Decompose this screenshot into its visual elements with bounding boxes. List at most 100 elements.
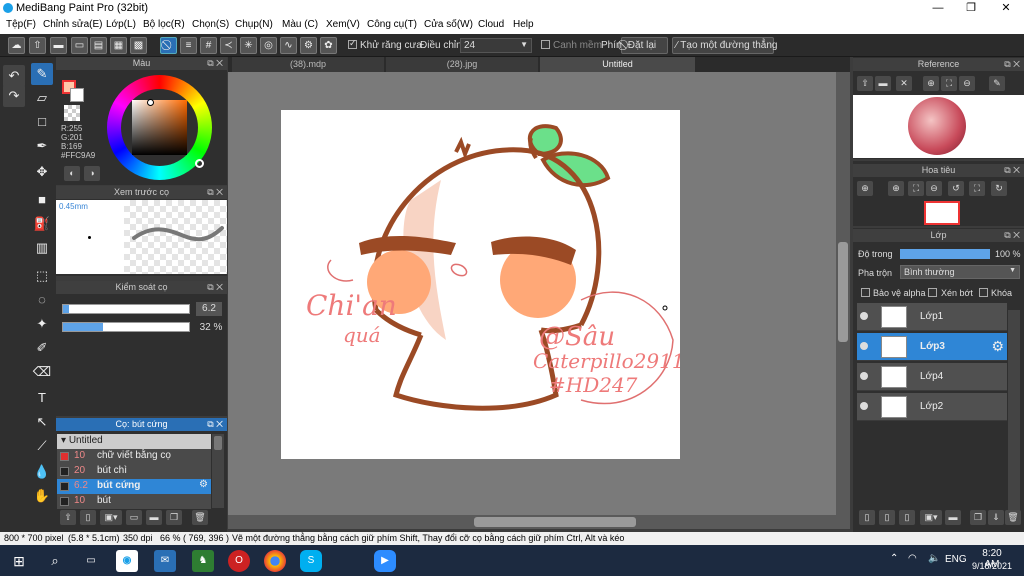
gear-icon[interactable]: ⚙ [199, 479, 208, 490]
text-tool-icon[interactable]: T [31, 387, 53, 409]
new-layer-icon[interactable]: ▯ [879, 510, 895, 525]
layer-row-selected[interactable]: Lớp3 ⚙ [857, 333, 1007, 361]
popout-icon[interactable]: ⧉ ✕ [207, 281, 223, 294]
brush-item[interactable]: 10 bút [57, 494, 211, 509]
layer-row[interactable]: Lớp1 [857, 303, 1007, 331]
undo-icon[interactable]: ↶ [3, 65, 25, 87]
vanish-snap-icon[interactable]: ≺ [220, 37, 237, 54]
menu-snap[interactable]: Chụp(N) [235, 19, 273, 30]
hue-handle[interactable] [195, 159, 204, 168]
cloud-icon[interactable]: ☁ [8, 37, 25, 54]
select-eraser-icon[interactable]: ⌫ [31, 361, 53, 383]
chrome-icon[interactable] [264, 550, 286, 572]
popout-icon[interactable]: ⧉ ✕ [1004, 164, 1020, 177]
brush-tool-icon[interactable]: ✎ [31, 63, 53, 85]
blend-select[interactable]: Bình thường ▼ [900, 265, 1020, 279]
protect-alpha-checkbox[interactable] [861, 288, 870, 297]
hand-tool-icon[interactable]: ✋ [31, 485, 53, 507]
parallel-snap-icon[interactable]: ≡ [180, 37, 197, 54]
menu-file[interactable]: Tệp(F) [6, 19, 36, 30]
popout-icon[interactable]: ⧉ ✕ [207, 418, 223, 431]
lasso-tool-icon[interactable]: ◌ [31, 289, 53, 311]
settings-icon[interactable]: ✿ [320, 37, 337, 54]
grid-icon[interactable]: ▦ [110, 37, 127, 54]
vertical-scrollbar[interactable] [836, 72, 850, 515]
saturation-square[interactable] [132, 100, 187, 155]
brush-item[interactable]: 10 chữ viết bằng cọ [57, 449, 211, 464]
menu-view[interactable]: Xem(V) [326, 19, 360, 30]
antialias-checkbox[interactable] [348, 38, 357, 49]
brush-list-scrollbar[interactable] [212, 434, 224, 508]
eye-icon[interactable] [860, 312, 868, 320]
color-picker-handle[interactable] [147, 99, 154, 106]
messenger-icon[interactable]: ✉ [154, 550, 176, 572]
brush-opacity-slider[interactable] [62, 322, 190, 332]
skype-icon[interactable]: S [300, 550, 322, 572]
tab-doc-38[interactable]: (38).mdp [232, 57, 384, 72]
menu-layer[interactable]: Lớp(L) [106, 19, 136, 30]
transparent-color[interactable] [64, 105, 80, 121]
medibang-icon[interactable]: ◉ [116, 550, 138, 572]
reset-button[interactable]: ⃠ Đặt lại [621, 37, 668, 54]
new-brush-icon[interactable]: ▯ [80, 510, 96, 525]
popout-icon[interactable]: ⧉ ✕ [1004, 58, 1020, 71]
pen-tool-icon[interactable]: ✒ [31, 135, 53, 157]
redo-icon[interactable]: ↷ [3, 85, 25, 107]
divide-tool-icon[interactable]: ⟋ [31, 435, 53, 457]
upload-icon[interactable]: ⇧ [857, 76, 873, 91]
operation-tool-icon[interactable]: ↖ [31, 411, 53, 433]
smooth-checkbox[interactable] [541, 40, 550, 49]
straight-line-button[interactable]: ⁄ Tạo một đường thẳng [672, 37, 777, 54]
tab-doc-28[interactable]: (28).jpg [386, 57, 538, 72]
trash-icon[interactable]: 🗑 [1005, 510, 1021, 525]
language-indicator[interactable]: ENG [945, 554, 967, 565]
gear-snap-icon[interactable]: ⚙ [300, 37, 317, 54]
curve-snap-icon[interactable]: ∿ [280, 37, 297, 54]
zoom-out-icon[interactable]: ⊖ [926, 181, 942, 196]
brush-group[interactable]: ▾ Untitled [57, 434, 211, 449]
navigator-thumbnail[interactable] [924, 201, 960, 225]
maximize-button[interactable]: ❐ [955, 0, 987, 17]
fill-rect-icon[interactable]: ■ [31, 189, 53, 211]
menu-edit[interactable]: Chỉnh sửa(E) [43, 19, 103, 30]
eyedropper-icon[interactable]: 💧 [31, 461, 53, 483]
cross-snap-icon[interactable]: # [200, 37, 217, 54]
brush-up-icon[interactable]: ⇧ [60, 510, 76, 525]
gradient-tool-icon[interactable]: ▥ [31, 237, 53, 259]
new-layer-icon[interactable]: ▯ [859, 510, 875, 525]
brush-size-value[interactable]: 6.2 [196, 302, 222, 316]
menu-filter[interactable]: Bộ lọc(R) [143, 19, 185, 30]
menu-help[interactable]: Help [513, 19, 534, 30]
background-color[interactable] [70, 88, 84, 102]
zoom-in-icon[interactable]: ⊕ [857, 181, 873, 196]
wifi-icon[interactable]: ◠ [908, 553, 917, 564]
bucket-tool-icon[interactable]: ⛽ [31, 213, 53, 235]
tab-untitled[interactable]: Untitled [540, 57, 695, 72]
game-icon[interactable]: ♞ [192, 550, 214, 572]
popout-icon[interactable]: ⧉ ✕ [207, 186, 223, 199]
search-icon[interactable]: ⌕ [44, 550, 66, 572]
rotate-left-icon[interactable]: ↺ [948, 181, 964, 196]
clip-checkbox[interactable] [928, 288, 937, 297]
zoom-in-icon[interactable]: ⊕ [888, 181, 904, 196]
select-tool-icon[interactable]: ⬚ [31, 265, 53, 287]
folder-icon[interactable]: ▬ [146, 510, 162, 525]
opera-icon[interactable]: O [228, 550, 250, 572]
layer-scrollbar[interactable] [1008, 310, 1020, 510]
upload-icon[interactable]: ⇧ [29, 37, 46, 54]
merge-icon[interactable]: ⇓ [988, 510, 1004, 525]
circle-snap-icon[interactable]: ◎ [260, 37, 277, 54]
eraser-tool-icon[interactable]: ▱ [31, 87, 53, 109]
zoom-icon[interactable]: ▶ [374, 550, 396, 572]
popout-icon[interactable]: ⧉ ✕ [1004, 229, 1020, 242]
rectangle-select-icon[interactable]: □ [31, 111, 53, 133]
eye-icon[interactable] [860, 342, 868, 350]
horizontal-scrollbar[interactable] [228, 515, 850, 529]
move-tool-icon[interactable]: ✥ [31, 161, 53, 183]
tiles-icon[interactable]: ▩ [130, 37, 147, 54]
copy-brush-icon[interactable]: ▭ [126, 510, 142, 525]
new-layer-icon[interactable]: ▯ [899, 510, 915, 525]
adjust-select[interactable]: 24 ▼ [460, 38, 532, 53]
menu-tools[interactable]: Công cụ(T) [367, 19, 417, 30]
select-pen-icon[interactable]: ✐ [31, 337, 53, 359]
